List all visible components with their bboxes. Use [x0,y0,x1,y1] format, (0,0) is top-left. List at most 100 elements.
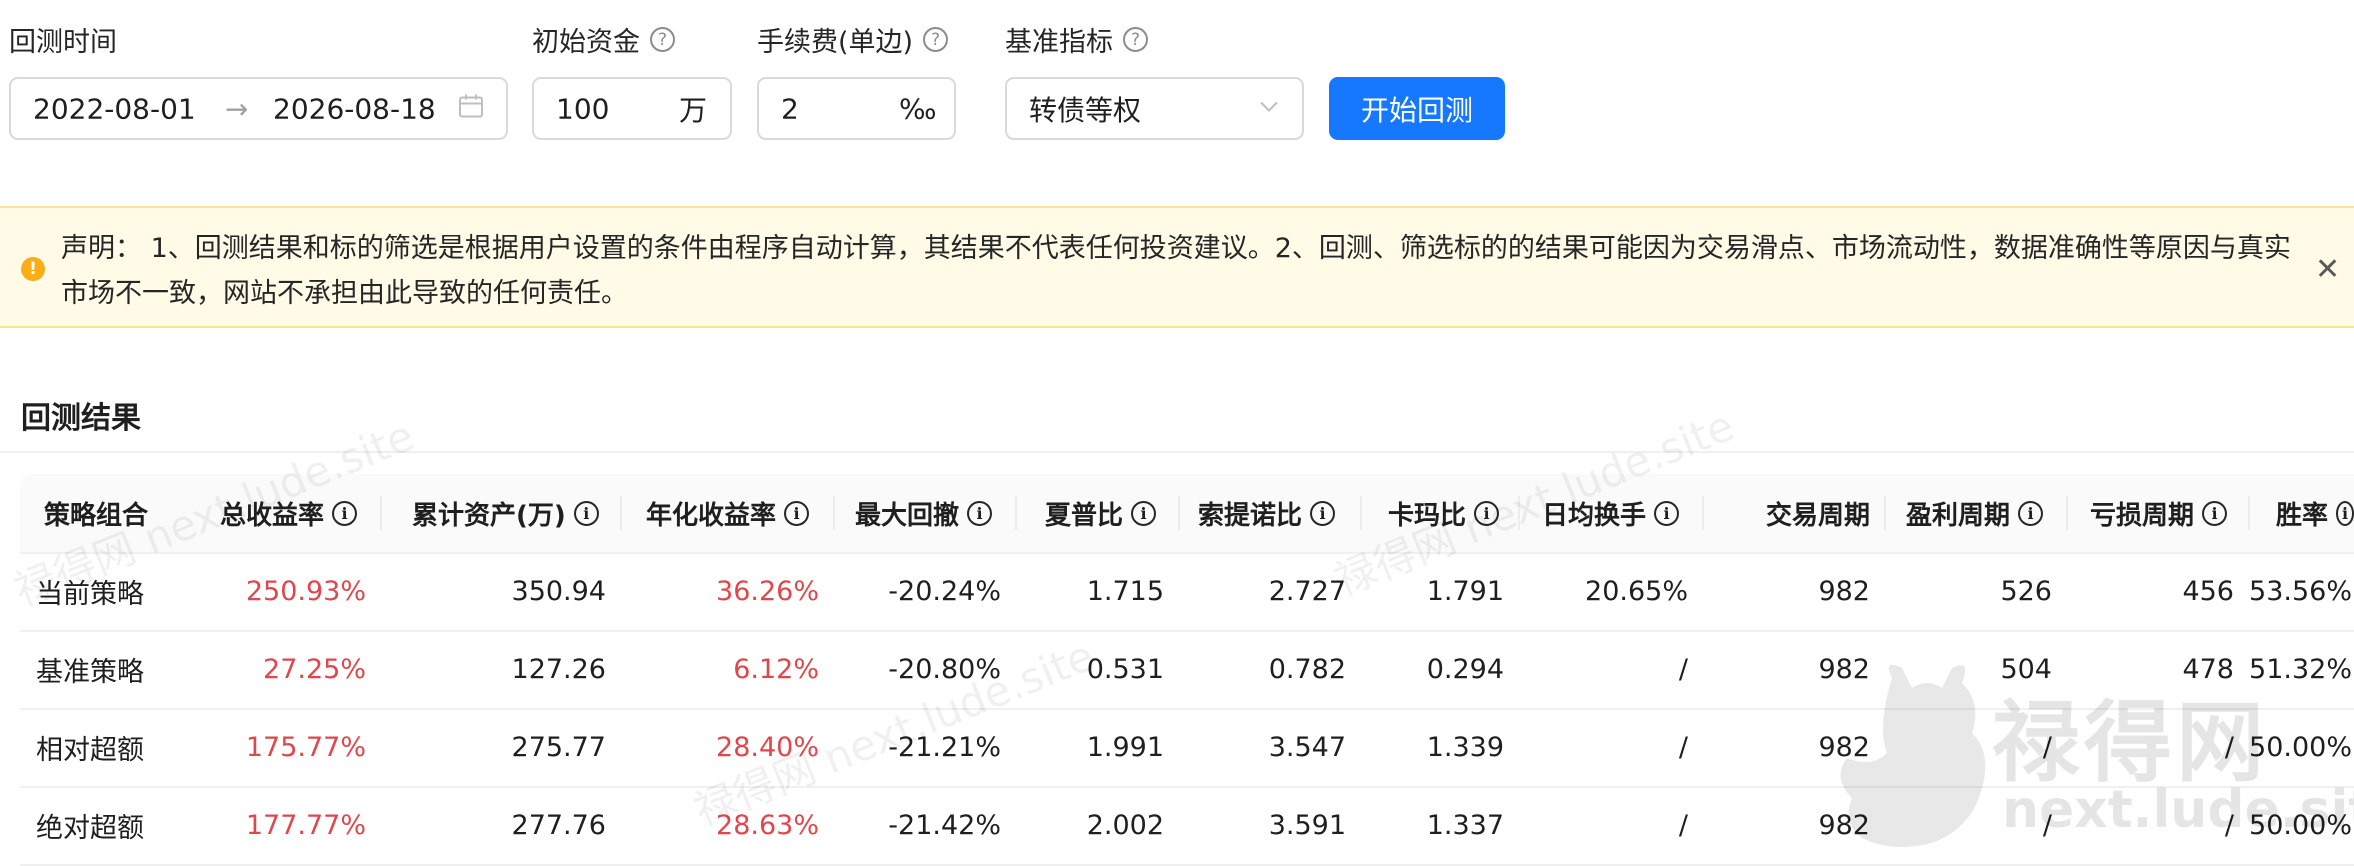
cell-total-return: 175.77% [245,731,366,763]
info-icon[interactable]: i [1310,500,1336,526]
benchmark-value: 转债等权 [1029,93,1142,127]
info-icon[interactable]: i [2336,500,2354,526]
section-divider [0,451,2354,453]
cell-profit-periods: 526 [2000,575,2052,607]
header-text: 策略组合 [44,500,149,531]
cell-profit-periods: / [2042,731,2052,763]
benchmark-label: 基准指标? [1005,20,1148,59]
cell-cumulative-assets: 275.77 [511,731,606,763]
capital-unit: 万 [679,93,708,127]
table-row: 当前策略 250.93% 350.94 36.26% -20.24% 1.715… [20,552,2354,632]
exclamation-circle-icon: ! [21,257,45,281]
start-date-input[interactable]: 2022-08-01 [33,92,196,125]
table-header: 策略组合 总收益率 i 累计资产(万) i 年化收益率 i 最大回撤 i 夏普比 i 索提… [20,474,2354,554]
cell-win-rate: 53.56% [2249,575,2352,607]
header-calmar[interactable]: 卡玛比 i [1362,474,1520,552]
cell-annual-return: 28.63% [716,809,819,841]
cell-trade-periods: 982 [1818,575,1870,607]
header-text: 交易周期 [1765,500,1870,531]
cell-max-drawdown: -20.24% [888,575,1001,607]
cell-strategy: 基准策略 [36,656,144,688]
cell-sharpe: 1.991 [1086,731,1164,763]
fee-input[interactable]: 2 ‰ [757,77,956,140]
cell-win-rate: 51.32% [2249,653,2352,685]
fee-value[interactable]: 2 [781,92,799,125]
fee-unit: ‰ [899,92,937,125]
question-icon[interactable]: ? [1123,27,1148,52]
cell-trade-periods: 982 [1818,731,1870,763]
date-range-picker[interactable]: 2022-08-01 → 2026-08-18 [9,77,508,140]
info-icon[interactable]: i [967,500,993,526]
question-icon[interactable]: ? [650,27,675,52]
backtest-time-label-text: 回测时间 [9,27,117,58]
start-backtest-button[interactable]: 开始回测 [1329,77,1505,140]
cell-strategy: 绝对超额 [36,812,144,844]
cell-total-return: 27.25% [263,653,366,685]
results-title: 回测结果 [21,401,141,436]
cell-annual-return: 6.12% [733,653,819,685]
header-loss-periods[interactable]: 亏损周期 i [2068,474,2250,552]
info-icon[interactable]: i [1474,500,1500,526]
cell-annual-return: 36.26% [716,575,819,607]
table-row: 绝对超额 177.77% 277.76 28.63% -21.42% 2.002… [20,786,2354,866]
header-text: 年化收益率 [646,500,777,531]
info-icon[interactable]: i [784,500,810,526]
cell-cumulative-assets: 127.26 [511,653,606,685]
cell-trade-periods: 982 [1818,653,1870,685]
info-icon[interactable]: i [573,500,599,526]
header-text: 总收益率 [220,500,325,531]
chevron-down-icon-svg [1260,101,1278,112]
range-arrow-icon: → [225,92,249,125]
cell-sharpe: 1.715 [1086,575,1164,607]
info-icon[interactable]: i [1131,500,1157,526]
results-table: 策略组合 总收益率 i 累计资产(万) i 年化收益率 i 最大回撤 i 夏普比 i 索提… [20,474,2354,866]
table-row: 相对超额 175.77% 275.77 28.40% -21.21% 1.991… [20,708,2354,788]
cell-sortino: 3.591 [1268,809,1346,841]
cell-profit-periods: 504 [2000,653,2052,685]
cell-cumulative-assets: 277.76 [511,809,606,841]
cell-loss-periods: / [2224,731,2234,763]
fee-label: 手续费(单边)? [757,20,949,59]
header-text: 夏普比 [1045,500,1124,531]
header-text: 累计资产(万) [412,500,566,531]
cell-daily-turnover: / [1678,809,1688,841]
capital-input[interactable]: 100 万 [532,77,732,140]
cell-calmar: 1.337 [1426,809,1504,841]
info-icon[interactable]: i [2018,500,2044,526]
benchmark-select[interactable]: 转债等权 [1005,77,1304,140]
initial-capital-label-text: 初始资金 [532,27,640,58]
header-text: 卡玛比 [1388,500,1467,531]
cell-sortino: 2.727 [1268,575,1346,607]
cell-calmar: 1.791 [1426,575,1504,607]
header-sharpe[interactable]: 夏普比 i [1017,474,1180,552]
cell-loss-periods: / [2224,809,2234,841]
header-max-drawdown[interactable]: 最大回撤 i [835,474,1017,552]
cell-max-drawdown: -21.21% [888,731,1001,763]
cell-max-drawdown: -21.42% [888,809,1001,841]
header-cumulative-assets[interactable]: 累计资产(万) i [382,474,622,552]
question-icon[interactable]: ? [923,27,949,52]
header-daily-turnover[interactable]: 日均换手 i [1520,474,1704,552]
close-icon[interactable]: ✕ [2315,252,2340,287]
header-win-rate[interactable]: 胜率 i [2250,474,2354,552]
info-icon[interactable]: i [2202,500,2228,526]
header-sortino[interactable]: 索提诺比 i [1180,474,1362,552]
header-profit-periods[interactable]: 盈利周期 i [1886,474,2068,552]
cell-trade-periods: 982 [1818,809,1870,841]
cell-win-rate: 50.00% [2249,731,2352,763]
cell-calmar: 1.339 [1426,731,1504,763]
header-total-return[interactable]: 总收益率 i [192,474,382,552]
cell-daily-turnover: / [1678,653,1688,685]
cell-profit-periods: / [2042,809,2052,841]
header-trade-periods: 交易周期 [1704,474,1886,552]
info-icon[interactable]: i [332,500,358,526]
cell-strategy: 相对超额 [36,734,144,766]
end-date-input[interactable]: 2026-08-18 [273,92,436,125]
header-text: 日均换手 [1542,500,1647,531]
cell-total-return: 177.77% [245,809,366,841]
header-annual-return[interactable]: 年化收益率 i [622,474,835,552]
capital-value[interactable]: 100 [556,92,609,125]
info-icon[interactable]: i [1654,500,1680,526]
cell-strategy: 当前策略 [36,578,144,610]
header-strategy: 策略组合 [20,474,192,552]
